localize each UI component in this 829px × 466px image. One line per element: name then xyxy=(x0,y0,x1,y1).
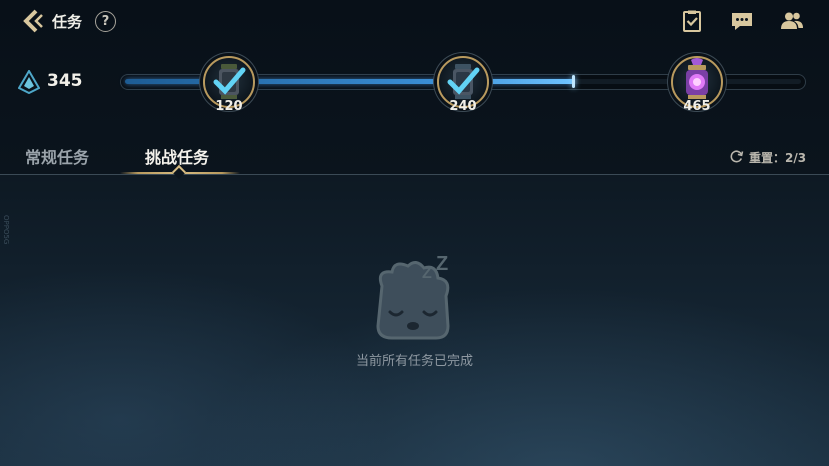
progress-fill xyxy=(125,79,574,84)
milestone-label: 465 xyxy=(683,99,711,114)
empty-state-message: 当前所有任务已完成 xyxy=(355,354,473,369)
milestone-label: 240 xyxy=(449,99,477,114)
tab-challenge-quests[interactable]: 挑战任务 xyxy=(145,144,209,168)
chat-bubble-icon[interactable] xyxy=(730,10,754,32)
progress-spark xyxy=(572,75,575,88)
clipboard-check-icon[interactable] xyxy=(680,10,704,32)
help-button[interactable]: ? xyxy=(95,11,116,32)
tab-regular-quests[interactable]: 常规任务 xyxy=(25,144,89,168)
header-divider xyxy=(0,174,829,175)
page-title: 任务 xyxy=(52,13,83,31)
back-chevron-icon[interactable] xyxy=(20,8,46,34)
friends-icon[interactable] xyxy=(780,10,804,32)
reset-count: 重置：2/3 xyxy=(749,151,807,165)
side-watermark: OPPO5G xyxy=(2,215,10,245)
svg-text:Z: Z xyxy=(422,265,432,282)
refresh-icon[interactable] xyxy=(729,149,744,164)
challenge-points-icon xyxy=(18,70,40,94)
milestone-label: 120 xyxy=(215,99,243,114)
points-value: 345 xyxy=(47,71,83,91)
svg-text:Z: Z xyxy=(436,256,448,275)
sleeping-poro-icon: Z Z xyxy=(376,256,450,340)
